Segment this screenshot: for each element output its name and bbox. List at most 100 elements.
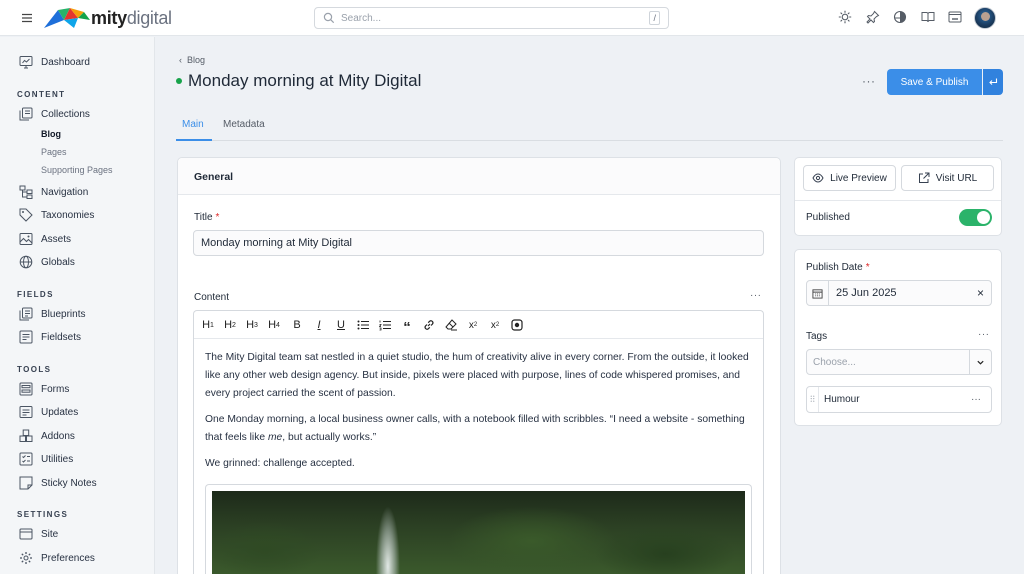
sidebar-item-forms[interactable]: Forms <box>19 381 69 397</box>
heading-2-button[interactable]: H2 <box>223 318 237 332</box>
sidebar-item-label: Site <box>41 528 59 540</box>
content-editor[interactable]: H1 H2 H3 H4 B I U “ x2 x2 The Mity Digit… <box>193 310 764 574</box>
addons-icon <box>19 429 33 443</box>
published-label: Published <box>806 212 850 223</box>
superscript-icon[interactable]: x2 <box>466 318 480 332</box>
publish-date-input[interactable]: 25 Jun 2025 × <box>806 280 992 306</box>
clear-date-button[interactable]: × <box>977 286 984 300</box>
sidebar-item-collections[interactable]: Collections <box>19 106 90 122</box>
tab-metadata[interactable]: Metadata <box>223 119 265 130</box>
sidebar-item-utilities[interactable]: Utilities <box>19 451 73 467</box>
save-publish-button[interactable]: Save & Publish <box>887 69 982 95</box>
tag-item-more-button[interactable]: ··· <box>971 394 981 405</box>
tab-main[interactable]: Main <box>182 119 204 130</box>
site-icon[interactable] <box>948 10 962 24</box>
sidebar-subitem-blog[interactable]: Blog <box>41 129 61 139</box>
ordered-list-icon[interactable] <box>378 318 392 332</box>
bold-button[interactable]: B <box>290 318 304 332</box>
content-paragraph-1[interactable]: The Mity Digital team sat nestled in a q… <box>205 349 755 403</box>
publish-date-value: 25 Jun 2025 <box>836 287 897 299</box>
content-field-label: Content <box>194 292 230 303</box>
tags-label: Tags <box>806 331 828 342</box>
section-heading-content: CONTENT <box>17 90 66 99</box>
content-field-more-button[interactable]: ··· <box>750 290 762 301</box>
sidebar-item-label: Utilities <box>41 453 74 465</box>
logo-mark-icon <box>44 8 90 28</box>
visit-url-button[interactable]: Visit URL <box>901 165 994 191</box>
pin-icon[interactable] <box>865 10 880 24</box>
clear-format-icon[interactable] <box>444 318 458 332</box>
site-settings-icon <box>19 527 33 541</box>
sidebar-item-label: Forms <box>41 383 70 395</box>
sidebar-item-label: Blueprints <box>41 308 86 320</box>
external-link-icon <box>918 172 930 184</box>
sidebar-item-blueprints[interactable]: Blueprints <box>19 306 85 322</box>
asset-image-icon[interactable] <box>510 318 524 332</box>
sidebar-item-globals[interactable]: Globals <box>19 254 75 270</box>
tags-more-button[interactable]: ··· <box>978 329 990 340</box>
global-search[interactable]: Search... / <box>314 7 669 29</box>
live-preview-button[interactable]: Live Preview <box>803 165 896 191</box>
top-bar: mitydigital Search... / <box>0 0 1024 36</box>
heading-4-button[interactable]: H4 <box>267 318 281 332</box>
underline-button[interactable]: U <box>334 318 348 332</box>
sidebar-item-updates[interactable]: Updates <box>19 404 78 420</box>
globe-icon <box>19 255 33 269</box>
search-shortcut-hint: / <box>649 11 660 25</box>
contrast-icon[interactable] <box>893 10 907 24</box>
sidebar-nav: Dashboard CONTENT Collections Blog Pages… <box>0 37 155 574</box>
waterfall-photo <box>212 491 745 574</box>
sidebar-item-addons[interactable]: Addons <box>19 428 75 444</box>
page-actions-more-button[interactable]: ··· <box>862 74 876 88</box>
published-toggle[interactable] <box>959 209 992 226</box>
sun-icon[interactable] <box>838 10 852 24</box>
sidebar-item-navigation[interactable]: Navigation <box>19 184 88 200</box>
breadcrumb-link[interactable]: Blog <box>187 55 205 65</box>
visit-url-label: Visit URL <box>935 172 978 184</box>
sidebar-item-fieldsets[interactable]: Fieldsets <box>19 329 81 345</box>
search-input[interactable]: Search... <box>341 13 649 24</box>
tag-item[interactable]: Humour ··· <box>806 386 992 413</box>
section-title: General <box>194 171 234 183</box>
sidebar-item-assets[interactable]: Assets <box>19 231 71 247</box>
sidebar-item-dashboard[interactable]: Dashboard <box>19 54 90 70</box>
bullet-list-icon[interactable] <box>356 318 370 332</box>
tags-select[interactable]: Choose... <box>806 349 992 375</box>
italic-button[interactable]: I <box>312 318 326 332</box>
sidebar-item-label: Sticky Notes <box>41 477 97 489</box>
calendar-icon[interactable] <box>807 281 829 305</box>
hamburger-menu-icon[interactable] <box>20 11 34 25</box>
content-image-block[interactable] <box>205 484 752 574</box>
gear-icon <box>19 551 33 565</box>
book-icon[interactable] <box>921 10 935 24</box>
sidebar-subitem-pages[interactable]: Pages <box>41 147 67 157</box>
chevron-down-icon[interactable] <box>969 350 991 374</box>
content-paragraph-3[interactable]: We grinned: challenge accepted. <box>205 455 755 473</box>
tag-item-label: Humour <box>824 394 860 405</box>
heading-1-button[interactable]: H1 <box>201 318 215 332</box>
page-title: Monday morning at Mity Digital <box>188 71 422 90</box>
sidebar-item-site[interactable]: Site <box>19 526 58 542</box>
heading-3-button[interactable]: H3 <box>245 318 259 332</box>
sidebar-item-preferences[interactable]: Preferences <box>19 550 95 566</box>
sidebar-item-label: Fieldsets <box>41 331 82 343</box>
link-icon[interactable] <box>422 318 436 332</box>
sidebar-item-taxonomies[interactable]: Taxonomies <box>19 207 94 223</box>
content-paragraph-2[interactable]: One Monday morning, a local business own… <box>205 411 755 447</box>
drag-handle-icon[interactable] <box>807 387 819 412</box>
avatar[interactable] <box>974 7 996 29</box>
sidebar-item-sticky-notes[interactable]: Sticky Notes <box>19 475 97 491</box>
save-options-button[interactable] <box>983 69 1003 95</box>
breadcrumb[interactable]: ‹ Blog <box>179 55 205 65</box>
publish-date-label: Publish Date * <box>806 262 870 273</box>
navigation-icon <box>19 185 33 199</box>
tab-bar: Main Metadata <box>176 111 1003 141</box>
updates-icon <box>19 405 33 419</box>
blockquote-icon[interactable]: “ <box>400 318 414 336</box>
subscript-icon[interactable]: x2 <box>488 318 502 332</box>
sidebar-item-label: Globals <box>41 256 75 268</box>
utilities-icon <box>19 452 33 466</box>
site-logo[interactable]: mitydigital <box>44 6 172 30</box>
sidebar-subitem-supporting-pages[interactable]: Supporting Pages <box>41 165 113 175</box>
title-input[interactable]: Monday morning at Mity Digital <box>193 230 764 256</box>
